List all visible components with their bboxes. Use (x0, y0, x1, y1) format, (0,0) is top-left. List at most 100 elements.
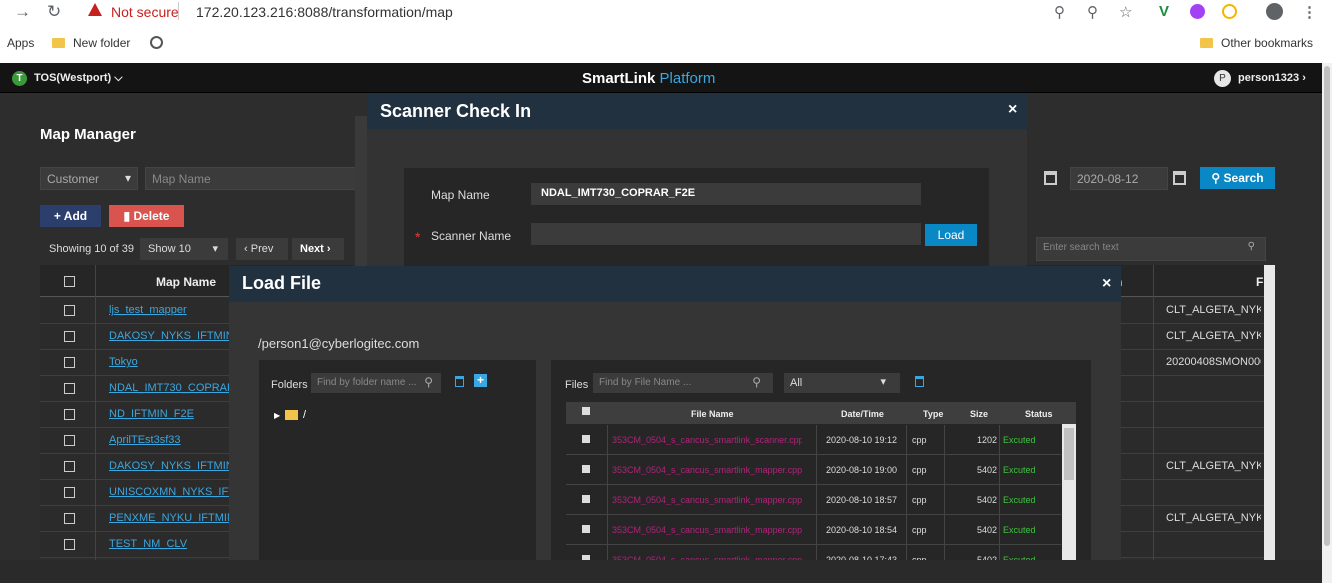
select-all-checkbox[interactable] (64, 276, 75, 287)
extension-v-icon[interactable]: V (1159, 3, 1169, 20)
map-name-link[interactable]: DAKOSY_NYKS_IFTMIN_E (109, 460, 229, 472)
file-checkbox[interactable] (582, 525, 590, 533)
expand-caret-icon[interactable]: ▶ (274, 411, 280, 420)
column-header-status[interactable]: Status (1025, 409, 1053, 419)
map-name-link[interactable]: ND_IFTMIN_F2E (109, 408, 229, 420)
row-checkbox[interactable] (64, 383, 75, 394)
row-checkbox[interactable] (64, 487, 75, 498)
column-header-file-name[interactable]: File Name (691, 409, 734, 419)
globe-icon[interactable] (150, 36, 163, 49)
calendar-icon[interactable] (1173, 171, 1186, 185)
user-name: person1323 (1238, 72, 1300, 84)
table-scrollbar[interactable] (1264, 265, 1275, 560)
calendar-icon[interactable] (1044, 171, 1057, 185)
file-row[interactable]: 353CM_0504_s_cancus_smartlink_mapper.cpp… (566, 485, 1061, 515)
star-icon[interactable]: ☆ (1119, 3, 1132, 21)
row-checkbox[interactable] (64, 539, 75, 550)
menu-kebab-icon[interactable]: ⋮ (1302, 3, 1317, 21)
delete-button-label: Delete (133, 209, 170, 223)
column-divider (95, 265, 96, 560)
bookmark-new-folder-label: New folder (73, 36, 131, 50)
root-folder-label[interactable]: / (303, 409, 306, 421)
map-name-link[interactable]: DAKOSY_NYKS_IFTMIN_E (109, 330, 229, 342)
column-header-type[interactable]: Type (923, 409, 943, 419)
folders-panel: Folders Find by folder name ... ⚲ + ▶ / (259, 360, 536, 583)
file-row[interactable]: 353CM_0504_s_cancus_smartlink_mapper.cpp… (566, 455, 1061, 485)
row-checkbox[interactable] (64, 435, 75, 446)
file-checkbox[interactable] (582, 435, 590, 443)
customer-select[interactable]: Customer ▾ (40, 167, 138, 190)
file-name[interactable]: 353CM_0504_s_cancus_smartlink_mapper.cpp (612, 525, 802, 535)
map-name-input[interactable]: Map Name (145, 167, 360, 190)
file-name[interactable]: 353CM_0504_s_cancus_smartlink_mapper.cpp (612, 465, 802, 475)
close-icon[interactable]: × (1102, 275, 1111, 293)
column-divider (944, 515, 945, 545)
prev-button[interactable]: ‹ Prev (236, 238, 288, 260)
file-row[interactable]: 353CM_0504_s_cancus_smartlink_scanner.cp… (566, 425, 1061, 455)
map-name-link[interactable]: Tokyo (109, 356, 229, 368)
bookmark-new-folder[interactable]: New folder (52, 36, 130, 50)
next-button[interactable]: Next › (292, 238, 344, 260)
file-filter-select[interactable]: All ▾ (784, 373, 900, 393)
add-button[interactable]: + Add (40, 205, 101, 227)
scanner-name-field[interactable] (531, 223, 921, 245)
delete-file-icon[interactable] (915, 376, 924, 387)
bookmark-apps[interactable]: Apps (7, 36, 34, 50)
extension-play-icon[interactable] (1222, 4, 1237, 19)
delete-folder-icon[interactable] (455, 376, 464, 387)
folders-label: Folders (271, 379, 308, 391)
delete-button[interactable]: ▮ Delete (109, 205, 184, 227)
search-button[interactable]: ⚲ Search (1200, 167, 1275, 189)
column-header-map-name[interactable]: Map Name (156, 275, 216, 289)
row-checkbox[interactable] (64, 357, 75, 368)
column-header-date[interactable]: Date/Time (841, 409, 884, 419)
page-scrollbar-thumb[interactable] (1324, 66, 1330, 546)
file-row[interactable]: 353CM_0504_s_cancus_smartlink_mapper.cpp… (566, 515, 1061, 545)
date-to-input[interactable]: 2020-08-12 (1070, 167, 1168, 190)
column-divider (1153, 265, 1154, 560)
avatar[interactable]: P (1214, 70, 1231, 87)
column-header-file[interactable]: F (1256, 275, 1263, 289)
load-button[interactable]: Load (925, 224, 977, 246)
add-folder-icon[interactable]: + (474, 374, 487, 387)
file-checkbox[interactable] (582, 465, 590, 473)
url-text[interactable]: 172.20.123.216:8088/transformation/map (196, 4, 453, 20)
map-name-link[interactable]: NDAL_IMT730_COPRAR_I (109, 382, 229, 394)
zoom-icon[interactable]: ⚲ (1087, 3, 1098, 21)
map-name-field[interactable]: NDAL_IMT730_COPRAR_F2E (531, 183, 921, 205)
table-search-input[interactable]: Enter search text ⚲ (1036, 237, 1266, 261)
file-checkbox[interactable] (582, 495, 590, 503)
row-checkbox[interactable] (64, 305, 75, 316)
profile-icon[interactable] (1266, 3, 1283, 20)
map-name-label: Map Name (431, 188, 490, 202)
map-name-link[interactable]: UNISCOXMN_NYKS_IFTM (109, 486, 229, 498)
chevron-right-icon: › (1302, 72, 1306, 84)
user-menu[interactable]: person1323 › (1238, 72, 1306, 84)
map-name-link[interactable]: ljs_test_mapper (109, 304, 229, 316)
files-scrollbar-thumb[interactable] (1064, 428, 1074, 480)
forward-icon[interactable]: → (14, 2, 31, 22)
reload-icon[interactable]: ↻ (47, 2, 61, 22)
row-checkbox[interactable] (64, 461, 75, 472)
select-all-files-checkbox[interactable] (582, 407, 590, 415)
file-name[interactable]: 353CM_0504_s_cancus_smartlink_mapper.cpp (612, 495, 802, 505)
folder-search-input[interactable]: Find by folder name ... ⚲ (311, 373, 441, 393)
terminal-selector[interactable]: TOS(Westport) ⌵ (34, 72, 123, 85)
bookmark-other[interactable]: Other bookmarks (1200, 36, 1313, 50)
column-header-size[interactable]: Size (970, 409, 988, 419)
file-search-input[interactable]: Find by File Name ... ⚲ (593, 373, 773, 393)
row-checkbox[interactable] (64, 513, 75, 524)
file-name[interactable]: 353CM_0504_s_cancus_smartlink_scanner.cp… (612, 435, 802, 445)
row-checkbox[interactable] (64, 331, 75, 342)
map-name-link[interactable]: TEST_NM_CLV (109, 538, 229, 550)
extension-purple-icon[interactable] (1190, 4, 1205, 19)
security-label[interactable]: Not secure (111, 4, 179, 20)
close-icon[interactable]: × (1008, 101, 1017, 119)
page-size-value: Show 10 (148, 243, 191, 255)
search-button-label: Search (1223, 171, 1264, 185)
key-icon[interactable]: ⚲ (1054, 3, 1065, 21)
map-name-link[interactable]: PENXME_NYKU_IFTMIN_I (109, 512, 229, 524)
page-size-select[interactable]: Show 10 ▾ (140, 238, 228, 260)
row-checkbox[interactable] (64, 409, 75, 420)
map-name-link[interactable]: AprilTEst3sf33 (109, 434, 229, 446)
